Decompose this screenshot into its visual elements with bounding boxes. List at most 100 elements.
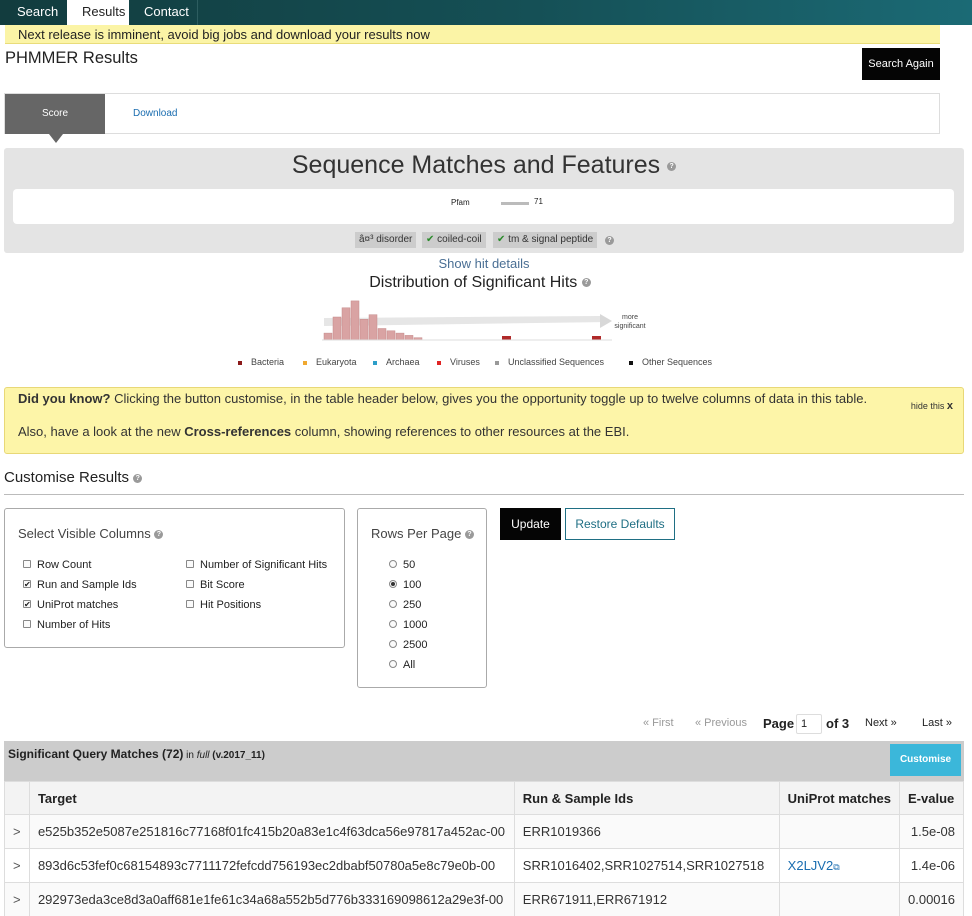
histogram-bar[interactable] xyxy=(404,335,414,341)
table-header-row: Target Run & Sample Ids UniProt matches … xyxy=(4,781,964,815)
rows-option-1000[interactable]: 1000 xyxy=(389,619,427,631)
radio-button[interactable] xyxy=(389,560,397,569)
checkbox[interactable] xyxy=(186,560,194,569)
column-header-uniprot[interactable]: UniProt matches xyxy=(778,781,901,815)
hide-this-link[interactable]: hide this x xyxy=(911,400,953,412)
histogram-bar[interactable] xyxy=(332,316,342,341)
rows-option-all[interactable]: All xyxy=(389,659,415,671)
rows-option-50[interactable]: 50 xyxy=(389,559,415,571)
table-row[interactable]: > 292973eda3ce8d3a0aff681e1fe61c34a68a55… xyxy=(4,882,964,916)
legend-swatch xyxy=(629,360,633,365)
legend-unclassified[interactable]: Unclassified Sequences xyxy=(495,357,604,367)
visible-columns-title: Select Visible Columns ? xyxy=(18,526,164,541)
visible-columns-panel: Select Visible Columns ? Row Count ✔ Run … xyxy=(4,508,345,648)
help-icon[interactable]: ? xyxy=(605,236,614,245)
histogram-bar[interactable] xyxy=(592,336,601,340)
next-page-link[interactable]: Next » xyxy=(865,717,897,729)
column-header-target[interactable]: Target xyxy=(28,781,515,815)
rows-option-label: 1000 xyxy=(403,619,428,631)
tab-contact[interactable]: Contact xyxy=(129,0,204,25)
show-hit-details-link[interactable]: Show hit details xyxy=(0,256,968,271)
last-page-link[interactable]: Last » xyxy=(922,717,952,729)
column-option-hit-positions[interactable]: Hit Positions xyxy=(186,599,261,611)
uniprot-cell xyxy=(778,814,901,849)
tab-search[interactable]: Search xyxy=(2,0,73,25)
expand-row-icon[interactable]: > xyxy=(4,848,30,883)
legend-eukaryota[interactable]: Eukaryota xyxy=(303,357,357,367)
legend-other[interactable]: Other Sequences xyxy=(629,357,712,367)
external-link-icon[interactable]: ⧉ xyxy=(833,862,839,872)
column-option-number-of-hits[interactable]: Number of Hits xyxy=(23,619,110,631)
histogram-bar[interactable] xyxy=(395,332,405,341)
histogram-bar[interactable] xyxy=(350,300,360,341)
radio-button[interactable] xyxy=(389,620,397,629)
histogram-bar[interactable] xyxy=(386,330,396,341)
help-icon[interactable]: ? xyxy=(154,530,164,540)
legend-viruses[interactable]: Viruses xyxy=(437,357,480,367)
column-option-significant-hits[interactable]: Number of Significant Hits xyxy=(186,559,327,571)
help-icon[interactable]: ? xyxy=(464,530,474,540)
histogram-bar[interactable] xyxy=(368,314,378,341)
page-number-input[interactable]: 1 xyxy=(796,714,822,734)
rows-option-label: 250 xyxy=(403,599,422,611)
column-header-run-sample-ids[interactable]: Run & Sample Ids xyxy=(513,781,780,815)
checkbox-checked[interactable]: ✔ xyxy=(23,600,31,609)
histogram-bar[interactable] xyxy=(323,332,333,341)
top-nav: Search Results Contact xyxy=(0,0,972,25)
radio-button[interactable] xyxy=(389,600,397,609)
column-header-evalue[interactable]: E-value xyxy=(899,781,964,815)
help-icon[interactable]: ? xyxy=(581,278,591,288)
help-icon[interactable]: ? xyxy=(667,161,677,171)
distribution-histogram[interactable]: more significant xyxy=(318,296,658,344)
first-page-link[interactable]: « First xyxy=(643,717,674,729)
histogram-bar[interactable] xyxy=(502,336,511,340)
radio-button[interactable] xyxy=(389,660,397,669)
target-cell[interactable]: e525b352e5087e251816c77168f01fc415b20a83… xyxy=(28,814,515,849)
uniprot-cell: X2LJV2⧉ xyxy=(778,848,901,883)
column-option-row-count[interactable]: Row Count xyxy=(23,559,91,571)
checkbox[interactable] xyxy=(23,620,31,629)
nav-divider xyxy=(197,0,198,25)
tm-signal-toggle[interactable]: ✔ tm & signal peptide xyxy=(493,232,598,248)
expand-row-icon[interactable]: > xyxy=(4,882,30,916)
rows-option-label: 2500 xyxy=(403,639,428,651)
restore-defaults-button[interactable]: Restore Defaults xyxy=(565,508,675,540)
target-cell[interactable]: 893d6c53fef0c68154893c7711172fefcdd75619… xyxy=(28,848,515,883)
pfam-bar[interactable] xyxy=(501,202,529,205)
tab-score[interactable]: Score xyxy=(5,94,105,134)
column-option-uniprot-matches[interactable]: ✔ UniProt matches xyxy=(23,599,118,611)
rows-option-100[interactable]: 100 xyxy=(389,579,421,591)
uniprot-link[interactable]: X2LJV2 xyxy=(788,858,834,873)
column-option-run-sample-ids[interactable]: ✔ Run and Sample Ids xyxy=(23,579,137,591)
rows-option-2500[interactable]: 2500 xyxy=(389,639,427,651)
previous-page-link[interactable]: « Previous xyxy=(695,717,747,729)
update-button[interactable]: Update xyxy=(500,508,561,540)
radio-button[interactable] xyxy=(389,640,397,649)
histogram-bar[interactable] xyxy=(359,319,369,341)
checkbox[interactable] xyxy=(186,580,194,589)
checkbox[interactable] xyxy=(23,560,31,569)
legend-bacteria[interactable]: Bacteria xyxy=(238,357,284,367)
help-icon[interactable]: ? xyxy=(133,473,143,483)
rows-option-250[interactable]: 250 xyxy=(389,599,421,611)
search-again-button[interactable]: Search Again xyxy=(862,48,940,80)
disorder-toggle[interactable]: â¤³ disorder xyxy=(355,232,417,248)
did-you-know-text: Also, have a look at the new xyxy=(18,424,185,439)
close-icon[interactable]: x xyxy=(947,400,953,412)
table-row[interactable]: > e525b352e5087e251816c77168f01fc415b20a… xyxy=(4,814,964,849)
histogram-bar[interactable] xyxy=(377,328,387,341)
legend-archaea[interactable]: Archaea xyxy=(373,357,420,367)
domain-graphic: Pfam 71 xyxy=(13,189,954,224)
tab-results[interactable]: Results xyxy=(67,0,129,25)
radio-button-selected[interactable] xyxy=(389,580,397,589)
checkbox[interactable] xyxy=(186,600,194,609)
histogram-bar[interactable] xyxy=(341,307,351,341)
customise-button[interactable]: Customise xyxy=(890,744,961,776)
column-option-bit-score[interactable]: Bit Score xyxy=(186,579,245,591)
tab-download[interactable]: Download xyxy=(133,108,177,119)
coiled-coil-toggle[interactable]: ✔ coiled-coil xyxy=(422,232,486,248)
checkbox-checked[interactable]: ✔ xyxy=(23,580,31,589)
target-cell[interactable]: 292973eda3ce8d3a0aff681e1fe61c34a68a552b… xyxy=(28,882,515,916)
table-row[interactable]: > 893d6c53fef0c68154893c7711172fefcdd756… xyxy=(4,848,964,883)
expand-row-icon[interactable]: > xyxy=(4,814,30,849)
